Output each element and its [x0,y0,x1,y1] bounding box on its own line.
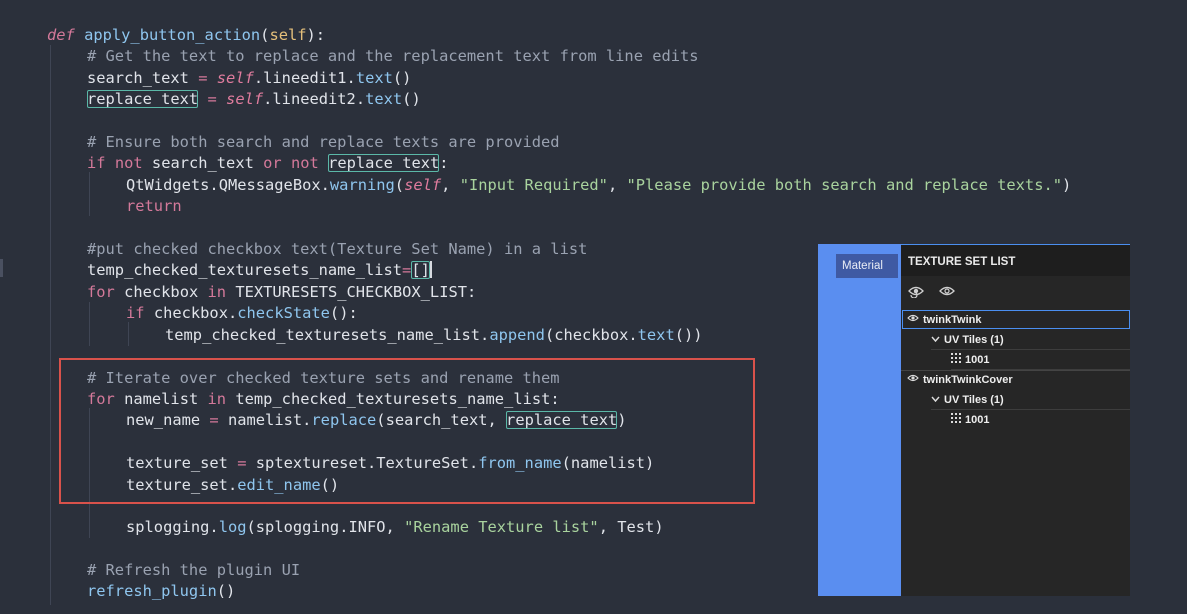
code-comment: # Refresh the plugin UI [87,561,301,579]
grid-icon [951,410,961,430]
text-cursor [429,261,432,278]
chevron-down-icon[interactable] [931,330,940,350]
eye-icon[interactable] [939,283,955,302]
code-line: if checkbox.checkState(): [126,304,358,322]
eye-icon[interactable] [907,370,919,390]
grid-icon [951,350,961,370]
code-line: splogging.log(splogging.INFO, "Rename Te… [126,518,664,536]
tree-item-tile[interactable]: 1001 [951,350,989,370]
code-line: return [126,197,182,215]
code-comment: #put checked checkbox text(Texture Set N… [87,240,588,258]
code-comment: # Ensure both search and replace texts a… [87,133,560,151]
highlighted-symbol: replace_text [328,154,440,172]
code-line: replace_text = self.lineedit2.text() [87,90,421,108]
panel-title: TEXTURE SET LIST [901,245,1130,276]
code-line: for checkbox in TEXTURESETS_CHECKBOX_LIS… [87,283,477,301]
code-comment: # Get the text to replace and the replac… [87,47,699,65]
eye-icon[interactable] [907,310,919,330]
tree-item-uv-tiles[interactable]: UV Tiles (1) [931,330,1004,350]
code-line: QtWidgets.QMessageBox.warning(self, "Inp… [126,176,1072,194]
tree-item-textureset[interactable]: twinkTwinkCover [907,370,1013,390]
indent-guide [128,322,129,346]
indent-guide [50,45,51,605]
code-line: temp_checked_texturesets_name_list=[] [87,261,432,279]
annotation-highlight-box [59,358,755,504]
code-line: if not search_text or not replace_text: [87,154,449,172]
tab-material[interactable]: Material [836,254,898,278]
tree-item-textureset[interactable]: twinkTwink [907,310,981,330]
code-line-def: def apply_button_action(self): [47,26,326,44]
tree-item-uv-tiles[interactable]: UV Tiles (1) [931,390,1004,410]
code-line: search_text = self.lineedit1.text() [87,69,412,87]
code-line: refresh_plugin() [87,582,236,600]
highlighted-symbol: replace_text [87,90,199,108]
eye-refresh-icon[interactable] [908,283,924,302]
panel-toolbar [901,278,1130,304]
indent-guide [89,302,90,346]
chevron-down-icon[interactable] [931,390,940,410]
panel-sidebar: Material [818,244,901,596]
texture-set-panel: Material TEXTURE SET LIST twinkTwink UV … [818,244,1130,596]
code-line: temp_checked_texturesets_name_list.appen… [165,326,703,344]
texture-set-list: TEXTURE SET LIST twinkTwink UV Tiles (1)… [901,244,1130,596]
tree-item-tile[interactable]: 1001 [951,410,989,430]
gutter-marker [0,259,3,277]
indent-guide [89,172,90,216]
